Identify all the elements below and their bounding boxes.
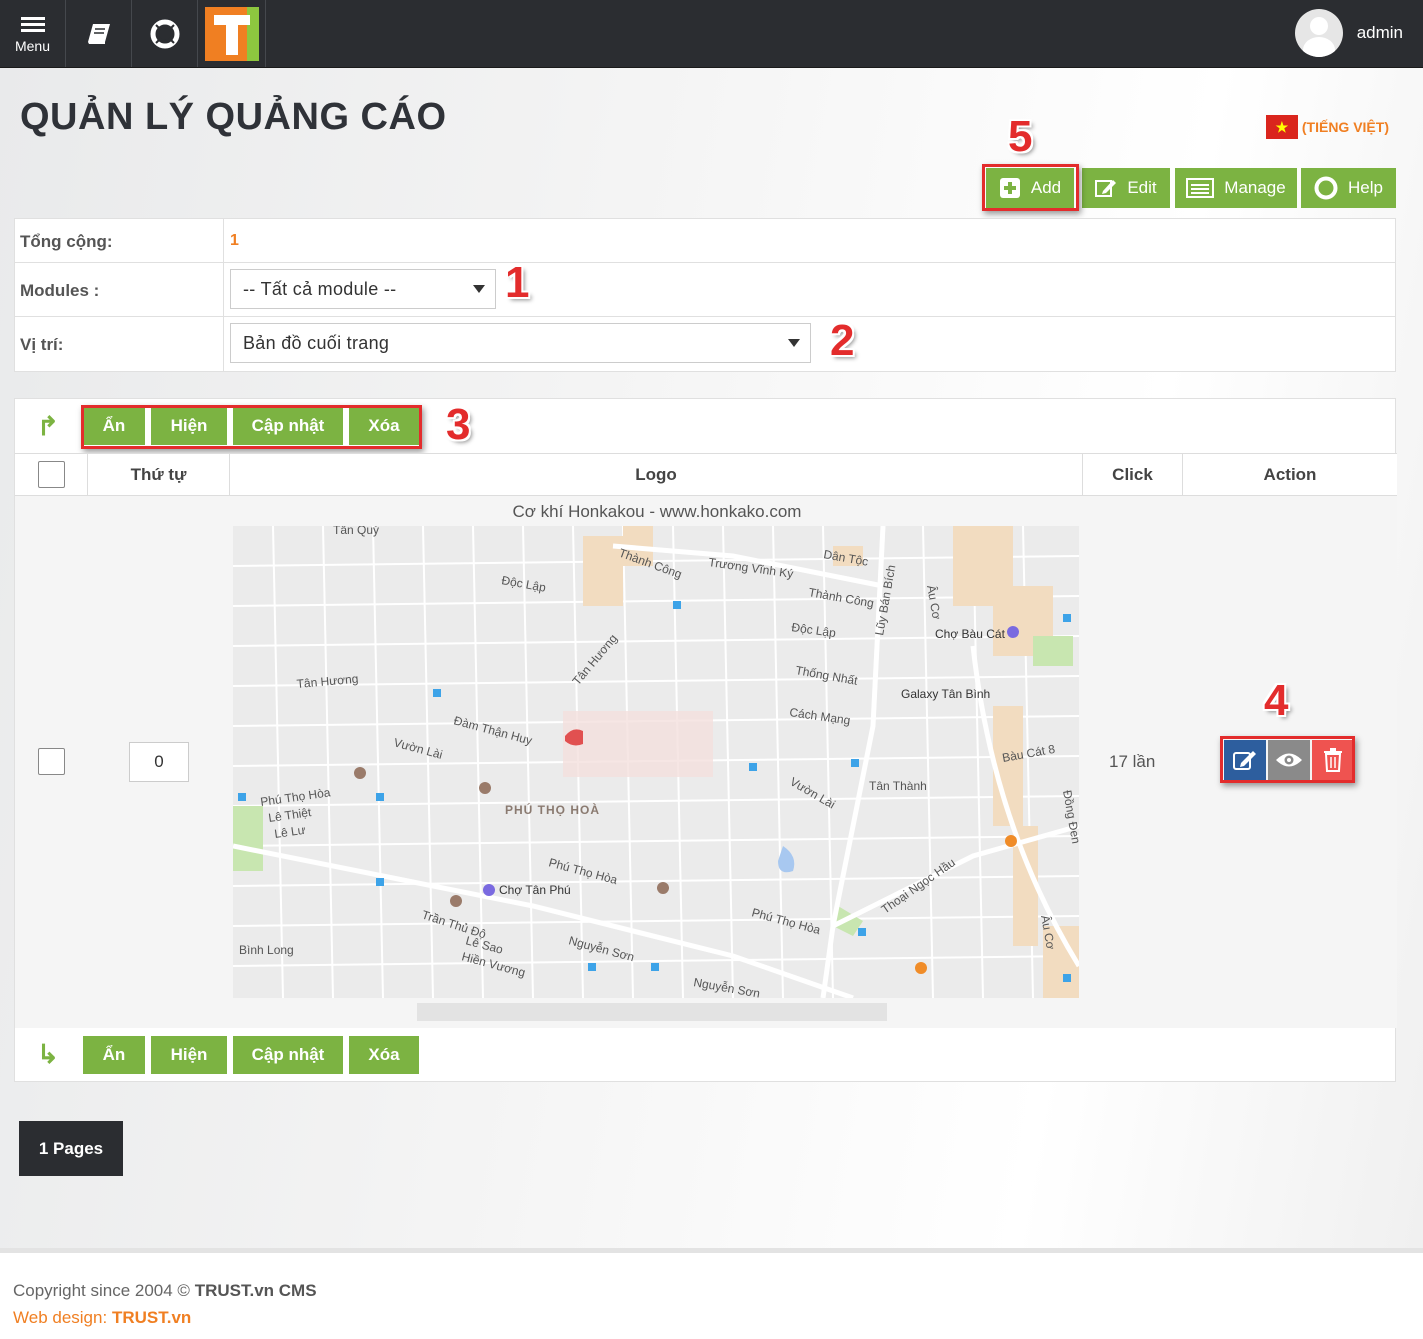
highlight-frame-add — [982, 164, 1079, 211]
design-brand-link[interactable]: TRUST.vn — [112, 1308, 191, 1327]
footer: Copyright since 2004 © TRUST.vn CMS Web … — [0, 1248, 1423, 1339]
menu-button[interactable]: Menu — [0, 0, 66, 67]
map-label: PHÚ THỌ HOÀ — [505, 802, 600, 817]
copyright-text: Copyright since 2004 © TRUST.vn CMS — [13, 1281, 317, 1301]
chevron-down-icon — [788, 339, 800, 347]
blurred-link — [417, 1003, 887, 1021]
map-label: Galaxy Tân Bình — [901, 687, 990, 701]
language-label: (TIẾNG VIỆT) — [1301, 119, 1389, 135]
map-label: Bình Long — [239, 943, 294, 957]
annotation-4: 4 — [1264, 676, 1289, 725]
book-button[interactable] — [66, 0, 132, 67]
lifebuoy-icon — [1314, 176, 1338, 200]
trust-logo-button[interactable] — [198, 0, 266, 67]
order-input[interactable]: 0 — [129, 742, 189, 782]
menu-label: Menu — [14, 37, 51, 54]
support-button[interactable] — [132, 0, 198, 67]
copyright-prefix: Copyright since 2004 © — [13, 1281, 190, 1300]
position-label: Vị trí: — [20, 335, 64, 354]
position-select[interactable]: Bản đồ cuối trang — [230, 323, 811, 363]
header-action: Action — [1182, 454, 1397, 495]
map-image[interactable]: Tân Quý Thành Công Trương Vĩnh Ký Dân Tộ… — [233, 526, 1079, 998]
vietnam-flag-icon: ★ — [1265, 115, 1298, 139]
help-label: Help — [1348, 178, 1383, 197]
show-button-bottom[interactable]: Hiện — [151, 1036, 227, 1074]
modules-row: Modules : -- Tất cả module -- — [15, 263, 1395, 317]
manage-button[interactable]: Manage — [1175, 168, 1297, 208]
chevron-down-icon — [473, 285, 485, 293]
hamburger-icon — [20, 14, 45, 35]
header-order[interactable]: Thứ tự — [87, 454, 229, 495]
modules-select-value: -- Tất cả module -- — [243, 278, 397, 299]
avatar — [1294, 9, 1343, 57]
table-row: 0 Cơ khí Honkakou - www.honkako.com Tân … — [15, 496, 1397, 1028]
click-count: 17 lần — [1109, 752, 1156, 771]
map-label: Chợ Bàu Cát — [935, 627, 1006, 641]
highlight-frame-row-actions — [1220, 736, 1355, 783]
page-title: QUẢN LÝ QUẢNG CÁO — [20, 96, 447, 138]
ads-list-panel: ↱ Ẩn Hiện Cập nhật Xóa Thứ tự Logo Click… — [14, 398, 1397, 1082]
web-design-text: Web design: TRUST.vn — [13, 1308, 191, 1328]
manage-label: Manage — [1224, 178, 1286, 197]
modules-label: Modules : — [20, 281, 100, 300]
position-row: Vị trí: Bản đồ cuối trang — [15, 317, 1395, 371]
pagination-button[interactable]: 1 Pages — [19, 1121, 123, 1176]
trust-logo — [204, 6, 259, 61]
lifebuoy-icon — [150, 19, 179, 48]
copyright-brand: TRUST.vn CMS — [194, 1281, 317, 1300]
arrow-turn-icon: ↱ — [37, 411, 59, 441]
top-navbar: Menu admin — [0, 0, 1423, 68]
total-row: Tổng cộng: 1 — [15, 219, 1395, 263]
annotation-1: 1 — [505, 258, 530, 307]
annotation-5: 5 — [1008, 112, 1033, 161]
header-click[interactable]: Click — [1082, 454, 1182, 495]
row-checkbox[interactable] — [38, 748, 65, 775]
list-icon — [1186, 178, 1215, 198]
filter-panel: Tổng cộng: 1 Modules : -- Tất cả module … — [14, 218, 1396, 372]
position-select-value: Bản đồ cuối trang — [243, 332, 390, 353]
design-prefix: Web design: — [13, 1308, 108, 1327]
total-value: 1 — [230, 232, 239, 249]
highlight-frame-bulk-actions — [81, 405, 422, 449]
map-label: Tân Thành — [869, 779, 927, 793]
header-logo: Logo — [229, 454, 1082, 495]
update-button-bottom[interactable]: Cập nhật — [233, 1036, 343, 1074]
table-header: Thứ tự Logo Click Action — [15, 453, 1397, 496]
annotation-2: 2 — [830, 316, 855, 365]
user-menu[interactable]: admin — [1294, 9, 1403, 57]
help-button[interactable]: Help — [1301, 168, 1396, 208]
modules-select[interactable]: -- Tất cả module -- — [230, 269, 496, 309]
book-icon — [87, 23, 110, 44]
edit-button[interactable]: Edit — [1082, 168, 1170, 208]
logo-caption: Cơ khí Honkakou - www.honkako.com — [512, 502, 802, 521]
delete-button-bottom[interactable]: Xóa — [349, 1036, 419, 1074]
hide-button-bottom[interactable]: Ẩn — [83, 1036, 145, 1074]
user-name: admin — [1356, 23, 1403, 42]
map-label: Tân Quý — [333, 526, 379, 537]
edit-icon — [1095, 180, 1117, 197]
map-graphic: Tân Quý Thành Công Trương Vĩnh Ký Dân Tộ… — [233, 526, 1079, 998]
select-all-checkbox[interactable] — [37, 461, 65, 488]
map-label: Chợ Tân Phú — [499, 883, 571, 897]
language-switch[interactable]: ★ (TIẾNG VIỆT) — [1265, 115, 1389, 139]
edit-label: Edit — [1127, 178, 1157, 197]
total-label: Tổng cộng: — [20, 232, 113, 251]
arrow-turn-icon: ↳ — [37, 1039, 59, 1069]
select-all-cell — [15, 454, 87, 495]
annotation-3: 3 — [446, 400, 471, 449]
